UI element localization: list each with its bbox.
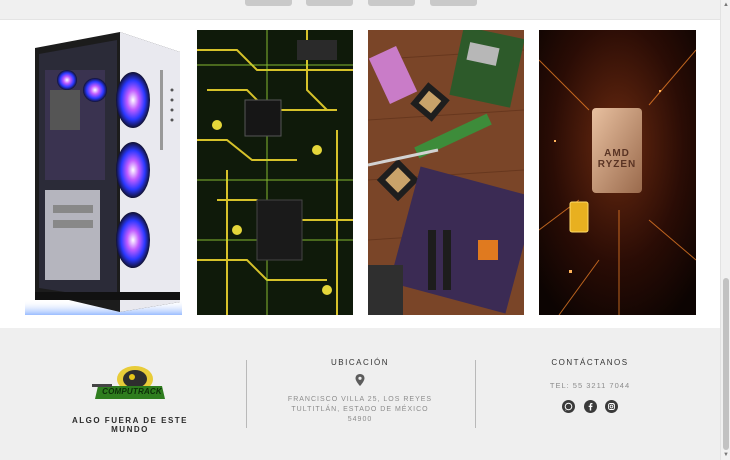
gallery-image-components[interactable] [368,30,524,315]
page: AMD RYZEN COMPUTRACK ALGO FUERA DE ESTE … [0,0,730,460]
logo-text: COMPUTRACK [102,387,162,396]
gallery-image-pc-case[interactable] [25,30,182,315]
site-footer: COMPUTRACK ALGO FUERA DE ESTE MUNDO UBIC… [0,328,720,460]
components-image [368,30,524,315]
scrollbar-thumb[interactable] [723,278,729,450]
footer-contact: CONTÁCTANOS TEL: 55 3211 7044 [520,358,660,416]
pc-case-image [25,32,182,315]
contact-phone[interactable]: TEL: 55 3211 7044 [520,381,660,390]
facebook-icon[interactable] [583,400,597,414]
footer-brand: COMPUTRACK ALGO FUERA DE ESTE MUNDO [60,358,200,434]
gallery-image-ryzen-cpu[interactable] [539,30,696,315]
footer-location: UBICACIÓN FRANCISCO VILLA 25, LOS REYES … [282,358,438,425]
circuit-board-image [197,30,353,315]
logo-graphic [92,366,165,399]
address-line-2: TULTITLÁN, ESTADO DE MÉXICO 54900 [291,406,429,423]
ryzen-chip-label: AMD RYZEN [597,148,637,170]
map-pin-icon [355,373,365,386]
footer-divider [246,360,247,428]
nav-button[interactable] [306,0,353,6]
site-logo[interactable]: COMPUTRACK [90,364,170,406]
ryzen-cpu-image [539,30,696,315]
footer-tagline: ALGO FUERA DE ESTE MUNDO [71,416,189,434]
nav-button[interactable] [368,0,415,6]
scroll-up-arrow-icon[interactable]: ▲ [723,2,729,8]
gallery-image-circuit-board[interactable] [197,30,353,315]
location-heading: UBICACIÓN [331,358,389,367]
social-links [520,398,660,416]
whatsapp-icon[interactable] [562,400,576,414]
top-nav-strip [0,0,720,20]
image-gallery: AMD RYZEN [0,20,720,328]
nav-button[interactable] [430,0,477,6]
address-line-1: FRANCISCO VILLA 25, LOS REYES [287,396,433,403]
footer-divider [475,360,476,428]
contact-heading: CONTÁCTANOS [551,358,629,367]
nav-button[interactable] [245,0,292,6]
page-scrollbar[interactable]: ▲ ▼ [720,0,730,460]
scroll-down-arrow-icon[interactable]: ▼ [723,452,729,458]
instagram-icon[interactable] [604,400,618,414]
